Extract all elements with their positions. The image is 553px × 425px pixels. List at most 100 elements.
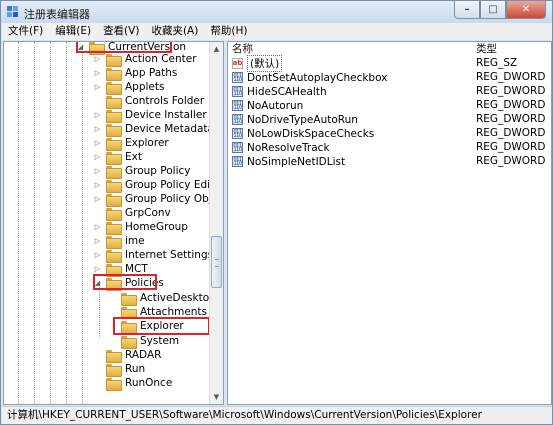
- menu-file[interactable]: 文件(F): [2, 23, 49, 40]
- value-row-default[interactable]: ab (默认): [232, 55, 283, 72]
- minimize-button[interactable]: –: [454, 1, 480, 19]
- tree-guide-line: [50, 42, 51, 404]
- title-bar: 注册表编辑器 – □ ✕: [1, 1, 552, 23]
- tree-node-label: RunOnce: [125, 377, 173, 389]
- value-type: REG_DWORD: [476, 113, 546, 125]
- folder-icon: [106, 207, 122, 221]
- folder-icon: [106, 81, 122, 95]
- expand-arrow-icon[interactable]: ▷: [93, 139, 102, 148]
- tree-node-label: System: [140, 335, 180, 347]
- expand-arrow-icon[interactable]: ▷: [93, 265, 102, 274]
- value-type: REG_DWORD: [476, 141, 546, 153]
- binary-value-icon: 011 110: [232, 142, 243, 153]
- tree-node-applets[interactable]: ▷ Applets: [93, 80, 164, 95]
- column-header-name[interactable]: 名称: [232, 42, 253, 56]
- value-row[interactable]: 011 110 NoLowDiskSpaceChecks: [232, 127, 374, 140]
- value-row[interactable]: 011 110 NoDriveTypeAutoRun: [232, 113, 358, 126]
- column-header-type[interactable]: 类型: [476, 42, 497, 56]
- tree-guide-line: [82, 52, 83, 404]
- value-type: REG_DWORD: [476, 127, 546, 139]
- tree-node-label: Group Policy: [125, 165, 191, 177]
- tree-node-label: GrpConv: [125, 207, 171, 219]
- string-value-icon: ab: [232, 58, 243, 69]
- expand-arrow-icon[interactable]: ▷: [93, 125, 102, 134]
- registry-values-pane[interactable]: 名称 类型 ab (默认) REG_SZ 011 110 DontSetAutop…: [227, 41, 552, 405]
- menu-edit[interactable]: 编辑(E): [49, 23, 97, 40]
- value-name: HideSCAHealth: [247, 85, 327, 98]
- tree-node-device-metadata[interactable]: ▷ Device Metadata: [93, 122, 214, 137]
- folder-icon: [106, 151, 122, 165]
- scrollbar-thumb[interactable]: [211, 236, 222, 288]
- folder-icon: [106, 179, 122, 193]
- tree-node-radar[interactable]: RADAR: [93, 348, 162, 363]
- tree-node-app-paths[interactable]: ▷ App Paths: [93, 66, 177, 81]
- tree-node-internet-settings[interactable]: ▷ Internet Settings: [93, 248, 213, 263]
- value-name: NoAutorun: [247, 99, 304, 112]
- folder-icon: [106, 363, 122, 377]
- tree-node-runonce[interactable]: RunOnce: [93, 376, 173, 391]
- registry-app-icon: [7, 6, 18, 17]
- expand-arrow-icon[interactable]: ▷: [93, 69, 102, 78]
- expand-arrow-icon[interactable]: ▷: [93, 83, 102, 92]
- menu-help[interactable]: 帮助(H): [204, 23, 253, 40]
- tree-node-explorer[interactable]: ▷ Explorer: [93, 136, 169, 151]
- close-button[interactable]: ✕: [506, 1, 546, 19]
- menu-favorites[interactable]: 收藏夹(A): [145, 23, 204, 40]
- value-type: REG_DWORD: [476, 85, 546, 97]
- tree-node-ext[interactable]: ▷ Ext: [93, 150, 142, 165]
- tree-node-label: RADAR: [125, 349, 162, 361]
- tree-node-label: Controls Folder: [125, 95, 205, 107]
- tree-node-homegroup[interactable]: ▷ HomeGroup: [93, 220, 188, 235]
- value-type: REG_DWORD: [476, 71, 546, 83]
- value-type: REG_SZ: [476, 57, 518, 69]
- tree-guide-line: [18, 42, 19, 404]
- tree-node-run[interactable]: Run: [93, 362, 146, 377]
- tree-node-label: HomeGroup: [125, 221, 188, 233]
- tree-node-grpconv[interactable]: GrpConv: [93, 206, 171, 221]
- value-type: REG_DWORD: [476, 99, 546, 111]
- tree-node-device-installer[interactable]: ▷ Device Installer: [93, 108, 207, 123]
- tree-node-label: Run: [125, 363, 146, 375]
- tree-node-group-policy-editor[interactable]: ▷ Group Policy Editor: [93, 178, 223, 193]
- tree-node-action-center[interactable]: ▷ Action Center: [93, 52, 197, 67]
- value-row[interactable]: 011 110 HideSCAHealth: [232, 85, 327, 98]
- value-row[interactable]: 011 110 NoSimpleNetIDList: [232, 155, 345, 168]
- value-row[interactable]: 011 110 DontSetAutoplayCheckbox: [232, 71, 387, 84]
- tree-node-ime[interactable]: ▷ ime: [93, 234, 145, 249]
- scroll-up-arrow-icon[interactable]: ▲: [210, 42, 223, 56]
- tree-vertical-scrollbar[interactable]: ▲ ▼: [209, 42, 223, 404]
- expand-arrow-icon[interactable]: ▷: [93, 167, 102, 176]
- maximize-button[interactable]: □: [480, 1, 506, 19]
- expand-arrow-icon[interactable]: ▷: [93, 55, 102, 64]
- folder-icon: [106, 53, 122, 67]
- expand-arrow-icon[interactable]: ▷: [93, 223, 102, 232]
- tree-node-group-policy[interactable]: ▷ Group Policy: [93, 164, 191, 179]
- value-name: NoSimpleNetIDList: [247, 155, 346, 168]
- tree-node-activedesktop[interactable]: ActiveDesktop: [108, 291, 216, 306]
- registry-tree-pane[interactable]: ◢ CurrentVersion ▷ Action Center ▷ App P…: [3, 41, 224, 405]
- tree-node-controls-folder[interactable]: Controls Folder: [93, 94, 205, 109]
- menu-view[interactable]: 查看(V): [97, 23, 145, 40]
- value-row[interactable]: 011 110 NoAutorun: [232, 99, 303, 112]
- expand-arrow-icon[interactable]: ▷: [93, 181, 102, 190]
- expand-arrow-icon[interactable]: ▷: [93, 195, 102, 204]
- folder-icon: [106, 249, 122, 263]
- expand-arrow-icon[interactable]: ▷: [93, 251, 102, 260]
- folder-icon: [106, 165, 122, 179]
- status-bar-path: 计算机\HKEY_CURRENT_USER\Software\Microsoft…: [2, 406, 552, 424]
- expand-arrow-icon[interactable]: ▷: [93, 111, 102, 120]
- tree-node-label: Device Installer: [125, 109, 207, 121]
- tree-node-system[interactable]: System: [108, 334, 180, 349]
- expand-arrow-icon[interactable]: ▷: [93, 237, 102, 246]
- expand-arrow-icon[interactable]: ▷: [93, 153, 102, 162]
- menu-bar: 文件(F) 编辑(E) 查看(V) 收藏夹(A) 帮助(H): [2, 23, 552, 40]
- binary-value-icon: 011 110: [232, 156, 243, 167]
- tree-node-group-policy-objects[interactable]: ▷ Group Policy Objects: [93, 192, 223, 207]
- highlight-box-explorer: [113, 317, 210, 335]
- value-row[interactable]: 011 110 NoResolveTrack: [232, 141, 330, 154]
- scroll-down-arrow-icon[interactable]: ▼: [210, 390, 223, 404]
